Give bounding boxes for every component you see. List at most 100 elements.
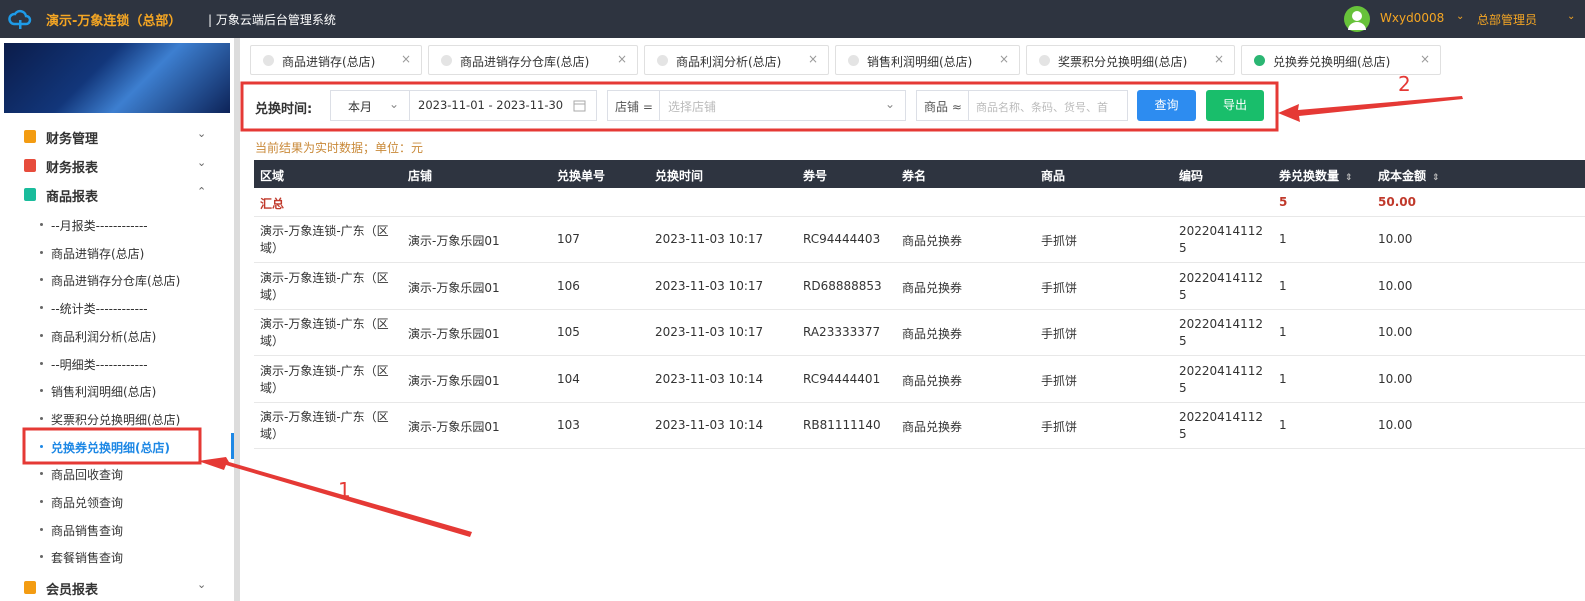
cell-order: 104 <box>557 371 580 386</box>
sidebar-item-6[interactable]: 销售利润明细(总店) <box>0 377 234 403</box>
table-header: 区域 店铺 兑换单号 兑换时间 券号 券名 商品 编码 券兑换数量 ⇕ 成本金额 ⇕ <box>254 160 1585 188</box>
cell-store: 演示-万象乐园01 <box>408 420 500 435</box>
bullet <box>40 444 43 448</box>
bullet <box>40 389 43 393</box>
bullet <box>40 223 43 226</box>
sort-icon[interactable]: ⇕ <box>1432 173 1440 183</box>
sidebar-group-0[interactable]: 财务管理 ⌄ <box>0 122 234 150</box>
cell-amount: 10.00 <box>1378 232 1413 246</box>
sidebar-item-4[interactable]: 商品利润分析(总店) <box>0 322 234 348</box>
sidebar-item-3[interactable]: --统计类------------ <box>0 294 234 320</box>
sidebar-item-8[interactable]: 兑换券兑换明细(总店) <box>0 432 234 459</box>
store-select[interactable]: 店铺 = 选择店铺 ⌄ <box>607 90 906 121</box>
cell-qty: 1 <box>1279 232 1287 246</box>
sidebar-item-label: 商品利润分析(总店) <box>51 329 157 344</box>
goods-search[interactable]: 商品 ≈ 商品名称、条码、货号、首 <box>916 90 1128 121</box>
cell-coupon_name: 商品兑换券 <box>902 420 963 435</box>
column-header-label: 兑换时间 <box>655 169 704 183</box>
bullet <box>40 333 43 337</box>
cell-coupon_no: RB81111140 <box>803 418 881 433</box>
tab-3[interactable]: 销售利润明细(总店) × <box>835 45 1020 75</box>
role-menu[interactable]: 总部管理员 <box>1477 11 1537 28</box>
column-header-label: 券号 <box>803 169 828 183</box>
sidebar-item-label: 套餐销售查询 <box>51 551 124 566</box>
store-placeholder: 选择店铺 <box>668 100 717 114</box>
sidebar-item-2[interactable]: 商品进销存分仓库(总店) <box>0 266 234 292</box>
column-header-2: 兑换单号 <box>557 167 605 184</box>
menu-group-icon <box>24 130 36 143</box>
chevron-down-icon[interactable]: ⌄ <box>1567 11 1575 22</box>
column-header-label: 商品 <box>1041 169 1066 183</box>
cell-amount: 10.00 <box>1378 371 1413 386</box>
table-row: 演示-万象连锁-广东（区域） 演示-万象乐园01 103 2023-11-03 10:… <box>254 403 1585 450</box>
close-icon[interactable]: × <box>1420 52 1430 66</box>
date-range-picker[interactable]: 2023-11-01 - 2023-11-30 <box>409 90 597 121</box>
tab-2[interactable]: 商品利润分析(总店) × <box>644 45 829 75</box>
menu-group-icon <box>24 581 36 594</box>
tab-status-dot <box>848 55 859 66</box>
cell-region: 演示-万象连锁-广东（区域） <box>260 270 389 302</box>
sidebar-item-10[interactable]: 商品兑领查询 <box>0 488 234 514</box>
sidebar-item-11[interactable]: 商品销售查询 <box>0 516 234 542</box>
table-row: 演示-万象连锁-广东（区域） 演示-万象乐园01 106 2023-11-03 10:… <box>254 264 1585 310</box>
sidebar-item-label: 商品进销存分仓库(总店) <box>51 274 181 289</box>
sidebar-item-0[interactable]: --月报类------------ <box>0 211 234 237</box>
cell-qty: 1 <box>1279 325 1287 340</box>
goods-placeholder[interactable]: 商品名称、条码、货号、首 <box>976 99 1126 115</box>
tab-1[interactable]: 商品进销存分仓库(总店) × <box>428 45 638 75</box>
sidebar-group-label: 商品报表 <box>46 190 99 205</box>
cell-store: 演示-万象乐园01 <box>408 327 500 342</box>
sidebar-item-1[interactable]: 商品进销存(总店) <box>0 239 234 265</box>
tab-0[interactable]: 商品进销存(总店) × <box>250 45 422 75</box>
sidebar-item-label: 奖票积分兑换明细(总店) <box>51 412 181 427</box>
cell-amount: 10.00 <box>1378 418 1413 433</box>
period-select[interactable]: 本月 ⌄ <box>330 90 410 121</box>
close-icon[interactable]: × <box>808 52 818 66</box>
sidebar-item-label: 商品销售查询 <box>51 523 124 538</box>
cell-amount: 10.00 <box>1378 325 1413 340</box>
close-icon[interactable]: × <box>617 52 627 66</box>
sort-icon[interactable]: ⇕ <box>1345 173 1353 183</box>
menu-group-icon <box>24 188 36 201</box>
app-title: 演示-万象连锁（总部） <box>46 14 182 29</box>
sidebar-group-1[interactable]: 财务报表 ⌄ <box>0 151 234 179</box>
sidebar-group-3[interactable]: 会员报表 ⌄ <box>0 573 234 601</box>
avatar[interactable] <box>1344 6 1370 32</box>
filter-bar: 兑换时间: 本月 ⌄ 2023-11-01 - 2023-11-30 店铺 = … <box>240 84 1585 128</box>
chevron-down-icon[interactable]: ⌄ <box>1456 11 1464 22</box>
user-name[interactable]: Wxyd0008 <box>1380 11 1444 25</box>
column-header-label: 券兑换数量 <box>1279 169 1340 183</box>
column-header-1: 店铺 <box>408 167 432 184</box>
close-icon[interactable]: × <box>1214 52 1224 66</box>
bullet <box>40 361 43 365</box>
tab-status-dot <box>441 55 452 66</box>
tab-5[interactable]: 兑换券兑换明细(总店) × <box>1241 45 1441 75</box>
cell-code: 202204141125 <box>1179 363 1263 395</box>
sidebar-group-2[interactable]: 商品报表 ⌃ <box>0 180 234 208</box>
sidebar-item-label: 商品进销存(总店) <box>51 246 145 261</box>
bullet <box>40 278 43 282</box>
query-button[interactable]: 查询 <box>1137 90 1196 121</box>
close-icon[interactable]: × <box>999 52 1009 66</box>
sidebar-item-label: 兑换券兑换明细(总店) <box>51 440 170 455</box>
column-header-label: 店铺 <box>408 169 433 183</box>
sidebar-item-7[interactable]: 奖票积分兑换明细(总店) <box>0 405 234 431</box>
sidebar-group-label: 财务报表 <box>46 161 99 176</box>
column-header-8[interactable]: 券兑换数量 ⇕ <box>1279 167 1353 184</box>
tab-status-dot <box>657 55 668 66</box>
sidebar-item-9[interactable]: 商品回收查询 <box>0 460 234 486</box>
cell-coupon_name: 商品兑换券 <box>902 234 963 248</box>
active-indicator <box>231 432 234 459</box>
chevron-icon: ⌄ <box>197 156 207 169</box>
cell-goods: 手抓饼 <box>1041 327 1078 342</box>
export-button[interactable]: 导出 <box>1206 90 1264 121</box>
close-icon[interactable]: × <box>401 52 411 66</box>
tab-4[interactable]: 奖票积分兑换明细(总店) × <box>1026 45 1235 75</box>
cell-qty: 1 <box>1279 371 1287 386</box>
sidebar-item-label: --统计类------------ <box>51 302 148 317</box>
bullet <box>40 555 43 559</box>
cell-order: 103 <box>557 418 580 433</box>
sidebar-item-5[interactable]: --明细类------------ <box>0 350 234 376</box>
sidebar-item-12[interactable]: 套餐销售查询 <box>0 543 234 569</box>
column-header-9[interactable]: 成本金额 ⇕ <box>1378 167 1440 184</box>
